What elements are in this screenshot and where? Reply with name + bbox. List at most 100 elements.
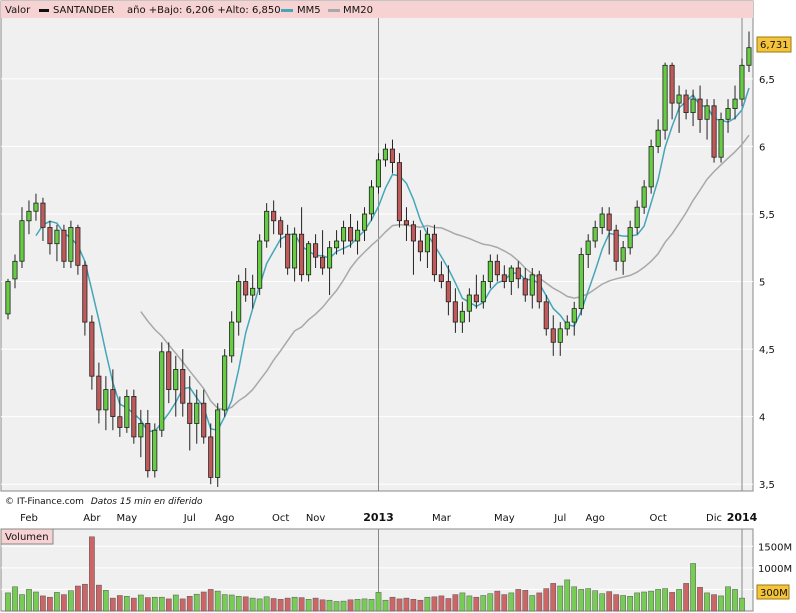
volume-bar bbox=[54, 592, 60, 612]
volume-bar bbox=[375, 592, 382, 612]
volume-bar bbox=[228, 594, 235, 612]
x-tick-label: Feb bbox=[20, 513, 38, 524]
volume-bar bbox=[368, 599, 375, 612]
volume-bar bbox=[158, 596, 165, 612]
legend-range-text: año +Bajo: 6,206 +Alto: 6,850 bbox=[127, 5, 281, 16]
volume-bar bbox=[669, 592, 675, 612]
volume-bar bbox=[61, 594, 67, 612]
volume-bar bbox=[165, 598, 172, 612]
candle-body bbox=[312, 243, 319, 258]
volume-bar bbox=[284, 597, 291, 612]
volume-bar bbox=[312, 597, 319, 612]
candle-body bbox=[641, 186, 647, 208]
volume-bar bbox=[536, 592, 543, 612]
candle bbox=[578, 247, 584, 316]
volume-bar bbox=[515, 589, 522, 612]
candle-body bbox=[515, 267, 521, 280]
candle bbox=[739, 58, 745, 106]
candle bbox=[5, 278, 11, 320]
candle-body bbox=[333, 240, 340, 249]
volume-bar bbox=[116, 595, 123, 612]
candle-body bbox=[585, 240, 591, 255]
volume-bar bbox=[354, 599, 361, 612]
volume-label: Volumen bbox=[5, 532, 49, 543]
candle bbox=[68, 220, 74, 269]
candle-body bbox=[620, 247, 626, 262]
candle-body bbox=[690, 98, 696, 113]
volume-last-tag: 300M bbox=[756, 584, 790, 600]
volume-bar bbox=[662, 588, 668, 612]
candle-body bbox=[410, 224, 416, 242]
volume-tick-label: 1500M bbox=[758, 542, 792, 553]
volume-bar bbox=[424, 596, 431, 612]
x-tick-label: Dic bbox=[706, 513, 722, 524]
candle-body bbox=[732, 98, 738, 109]
volume-bar bbox=[438, 595, 445, 612]
candle-body bbox=[704, 105, 710, 120]
x-tick-label: Abr bbox=[83, 513, 101, 524]
candle-body bbox=[431, 233, 437, 276]
volume-bar bbox=[606, 591, 613, 612]
volume-bar bbox=[172, 594, 179, 612]
candle-body bbox=[291, 233, 298, 269]
candle-body bbox=[522, 278, 528, 296]
candle-body bbox=[319, 256, 326, 269]
candle-body bbox=[250, 287, 256, 296]
candle-body bbox=[54, 229, 60, 245]
candle-body bbox=[124, 395, 130, 428]
candle-body bbox=[676, 94, 682, 104]
volume-bar bbox=[634, 592, 640, 612]
x-tick-label: May bbox=[494, 513, 515, 524]
candle bbox=[124, 389, 130, 433]
x-axis: Feb Abr May Jul Ago Oct Nov 2013 Mar May Jul Ago Oct… bbox=[20, 511, 758, 524]
candle bbox=[159, 342, 165, 437]
volume-bar bbox=[431, 596, 438, 612]
volume-bar bbox=[68, 590, 74, 612]
volume-bar bbox=[452, 594, 459, 612]
volume-bar bbox=[200, 591, 207, 612]
candle-body bbox=[222, 355, 228, 411]
candle-body bbox=[543, 301, 549, 330]
candle-body bbox=[243, 281, 249, 296]
candle-body bbox=[131, 395, 137, 438]
candle-body bbox=[89, 321, 95, 377]
candle bbox=[396, 153, 402, 228]
x-tick-label: Oct bbox=[649, 513, 666, 524]
volume-bar bbox=[459, 592, 466, 612]
volume-bar bbox=[564, 579, 571, 612]
candle-body bbox=[194, 402, 200, 424]
candle-body bbox=[368, 186, 374, 215]
candle-body bbox=[12, 260, 18, 280]
volume-bar bbox=[410, 599, 417, 612]
legend-instrument-swatch bbox=[39, 9, 49, 12]
candle-body bbox=[229, 321, 235, 357]
candle-body bbox=[33, 202, 39, 212]
candle-body bbox=[110, 389, 116, 418]
volume-bar bbox=[151, 596, 158, 612]
volume-bar bbox=[480, 595, 487, 612]
candle-body bbox=[424, 233, 430, 253]
candle bbox=[152, 423, 158, 478]
candle-body bbox=[389, 148, 395, 164]
candle-body bbox=[718, 119, 724, 158]
legend-value-label: Valor bbox=[5, 5, 31, 16]
volume-bar bbox=[333, 601, 340, 612]
volume-bar bbox=[249, 597, 256, 612]
y-tick-label: 5,5 bbox=[759, 210, 775, 221]
volume-bar bbox=[529, 595, 536, 612]
volume-bar bbox=[599, 593, 606, 612]
candle-body bbox=[347, 227, 354, 242]
volume-bar bbox=[89, 536, 95, 612]
candle-body bbox=[103, 389, 109, 411]
candle-body bbox=[236, 281, 242, 323]
candle-body bbox=[669, 64, 675, 104]
volume-bar bbox=[75, 585, 81, 612]
last-price-tag: 6,731 bbox=[756, 36, 792, 53]
candle-body bbox=[68, 227, 74, 262]
candle-body bbox=[201, 402, 207, 438]
volume-bar bbox=[725, 586, 731, 612]
volume-bar bbox=[277, 599, 284, 612]
volume-bar bbox=[242, 596, 249, 612]
candle bbox=[131, 389, 137, 444]
candle-body bbox=[452, 301, 458, 323]
